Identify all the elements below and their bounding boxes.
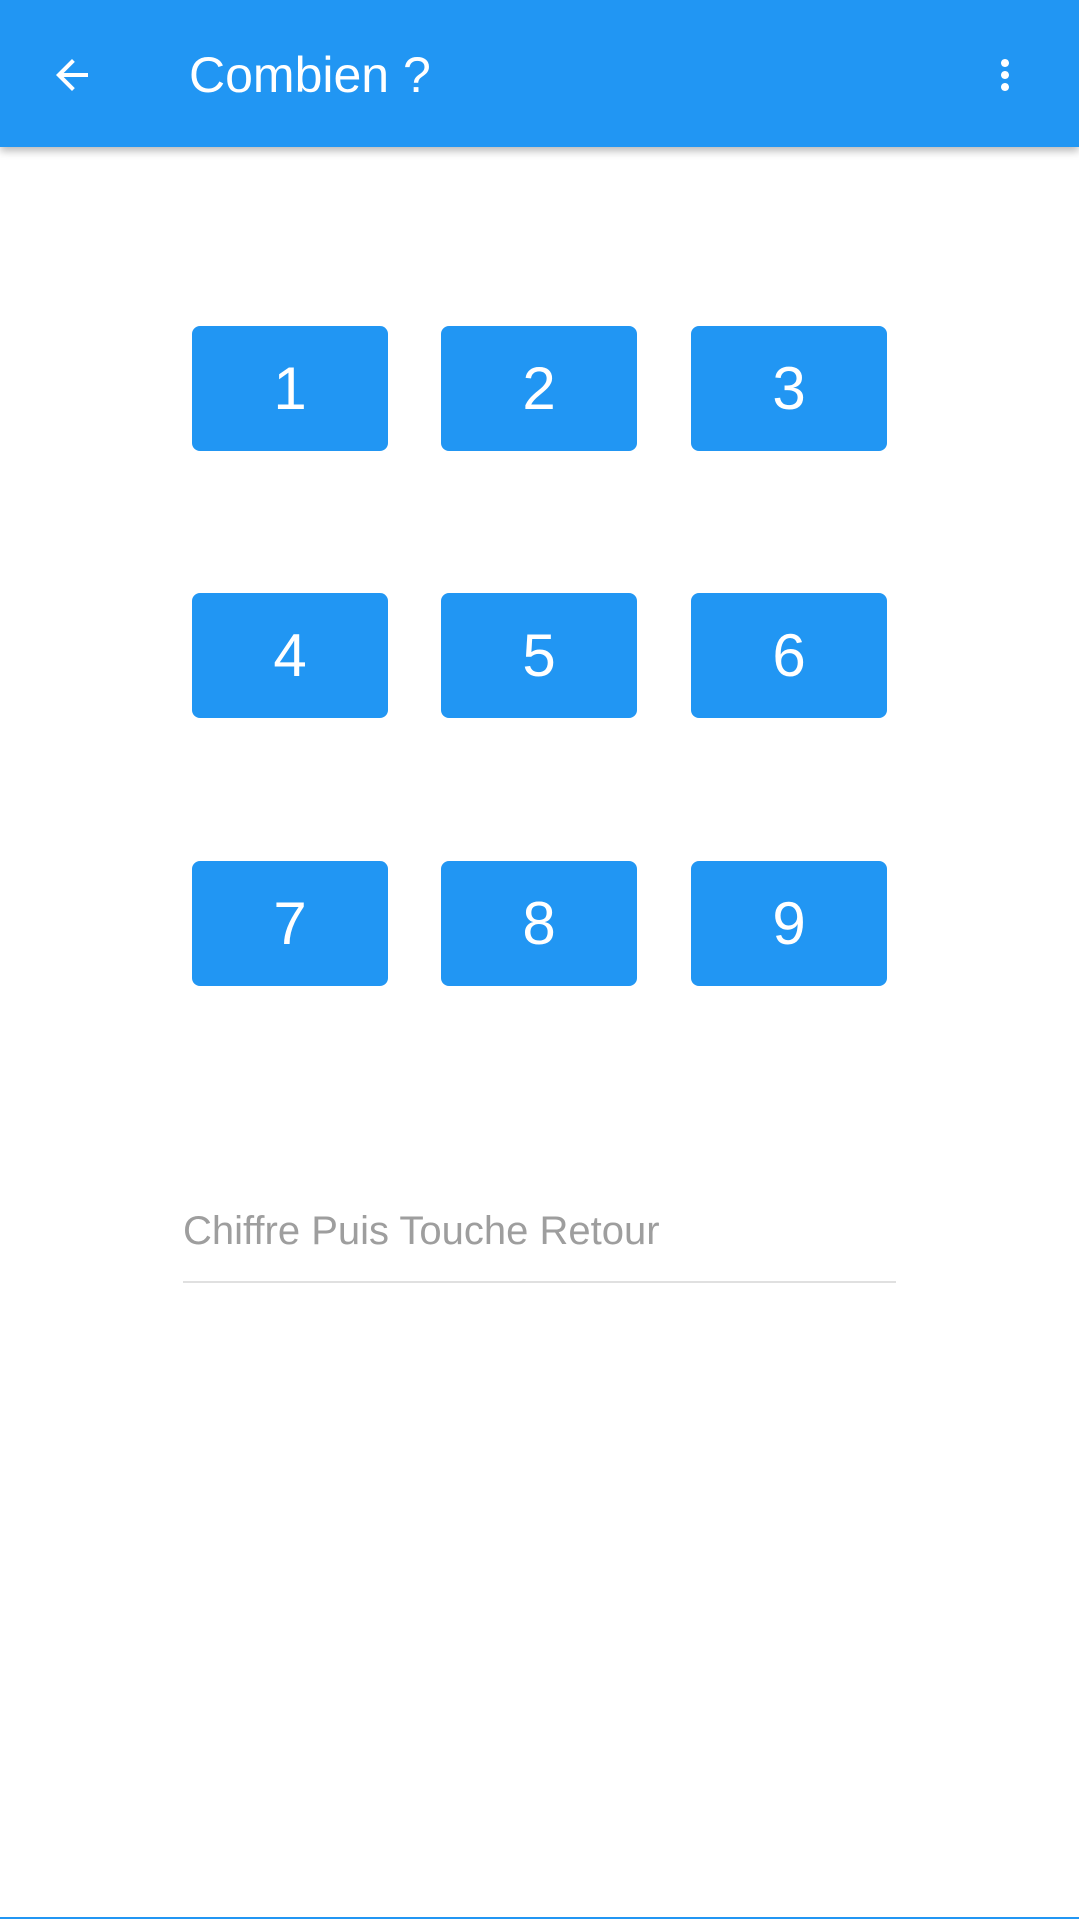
key-2-button[interactable]: 2 xyxy=(441,326,637,451)
number-keypad: 1 2 3 4 5 6 7 8 9 xyxy=(192,326,888,986)
key-1-button[interactable]: 1 xyxy=(192,326,388,451)
key-4-button[interactable]: 4 xyxy=(192,593,388,718)
key-9-button[interactable]: 9 xyxy=(691,861,887,986)
arrow-back-icon xyxy=(56,59,88,91)
app-bar: Combien ? xyxy=(0,0,1079,147)
key-8-button[interactable]: 8 xyxy=(441,861,637,986)
key-7-button[interactable]: 7 xyxy=(192,861,388,986)
more-vert-icon xyxy=(1001,59,1009,91)
key-6-button[interactable]: 6 xyxy=(691,593,887,718)
page-title: Combien ? xyxy=(189,47,431,103)
overflow-menu-button[interactable] xyxy=(970,40,1040,110)
back-button[interactable] xyxy=(37,40,107,110)
app-screen: Combien ? 1 2 3 4 5 6 7 8 9 xyxy=(0,0,1079,1919)
number-input[interactable] xyxy=(183,1195,896,1267)
key-5-button[interactable]: 5 xyxy=(441,593,637,718)
number-input-container xyxy=(183,1195,896,1283)
key-3-button[interactable]: 3 xyxy=(691,326,887,451)
